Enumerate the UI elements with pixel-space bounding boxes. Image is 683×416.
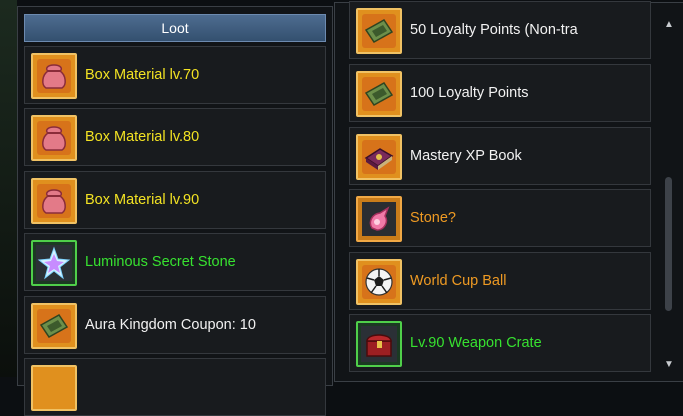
reward-item-label: World Cup Ball — [410, 273, 507, 289]
treasure-chest-icon — [356, 321, 402, 367]
loot-item-label: Box Material lv.80 — [85, 129, 200, 145]
loot-item-partial[interactable] — [24, 358, 326, 416]
book-icon — [356, 134, 402, 180]
reward-item-label: Lv.90 Weapon Crate — [410, 335, 542, 351]
coupon-icon — [31, 303, 77, 349]
reward-item-stone[interactable]: Stone? — [349, 189, 651, 247]
loot-window: Loot Box Material lv.70 Box Material lv.… — [17, 6, 333, 416]
star-stone-icon — [31, 240, 77, 286]
reward-item-label: Mastery XP Book — [410, 148, 522, 164]
coupon-icon — [356, 8, 402, 54]
reward-item-label: Stone? — [410, 210, 456, 226]
loot-item-luminous-stone[interactable]: Luminous Secret Stone — [24, 233, 326, 291]
scroll-up-arrow-icon[interactable]: ▲ — [662, 19, 676, 31]
reward-item-100-loyalty[interactable]: 100 Loyalty Points — [349, 64, 651, 122]
loot-item-label: Box Material lv.90 — [85, 192, 200, 208]
background-strip — [0, 0, 17, 377]
loot-item-coupon[interactable]: Aura Kingdom Coupon: 10 — [24, 296, 326, 354]
item-icon — [31, 365, 77, 411]
loot-bag-icon — [31, 115, 77, 161]
reward-item-label: 50 Loyalty Points (Non-tra — [410, 22, 578, 38]
loot-item-box-70[interactable]: Box Material lv.70 — [24, 46, 326, 104]
loot-item-box-80[interactable]: Box Material lv.80 — [24, 108, 326, 166]
reward-item-world-cup-ball[interactable]: World Cup Ball — [349, 252, 651, 310]
loot-bag-icon — [31, 178, 77, 224]
scroll-down-arrow-icon[interactable]: ▼ — [662, 359, 676, 371]
loot-item-label: Box Material lv.70 — [85, 67, 200, 83]
reward-item-50-loyalty[interactable]: 50 Loyalty Points (Non-tra — [349, 1, 651, 59]
loot-title: Loot — [24, 14, 326, 42]
rewards-list: 50 Loyalty Points (Non-tra 100 Loyalty P… — [334, 1, 683, 382]
loot-item-label: Aura Kingdom Coupon: 10 — [85, 317, 256, 333]
coupon-icon — [356, 71, 402, 117]
loot-item-box-90[interactable]: Box Material lv.90 — [24, 171, 326, 229]
loot-bag-icon — [31, 53, 77, 99]
reward-item-label: 100 Loyalty Points — [410, 85, 529, 101]
reward-item-weapon-crate[interactable]: Lv.90 Weapon Crate — [349, 314, 651, 372]
reward-item-mastery-xp-book[interactable]: Mastery XP Book — [349, 127, 651, 185]
soccer-ball-icon — [356, 259, 402, 305]
pink-stone-icon — [356, 196, 402, 242]
scrollbar[interactable]: ▲ ▼ — [662, 17, 676, 373]
loot-item-label: Luminous Secret Stone — [85, 254, 236, 270]
scrollbar-thumb[interactable] — [665, 177, 672, 311]
